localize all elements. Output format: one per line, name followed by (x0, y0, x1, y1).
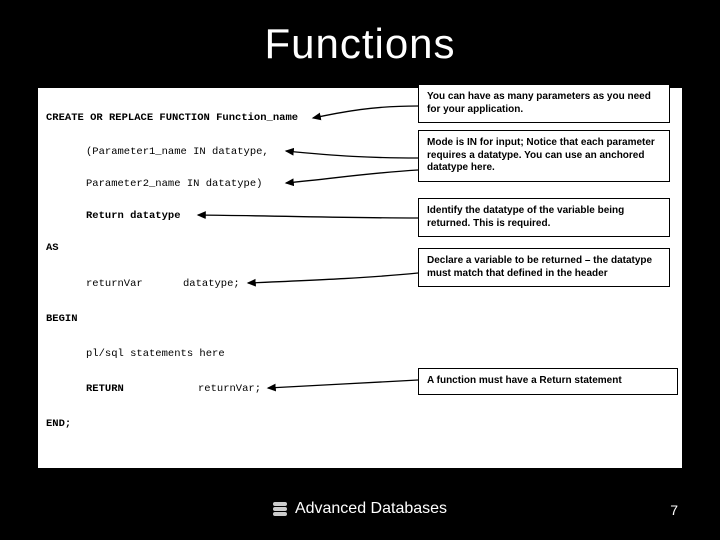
code-line-param2: Parameter2_name IN datatype) (86, 178, 262, 190)
callout-return-stmt: A function must have a Return statement (418, 368, 678, 395)
code-line-create: CREATE OR REPLACE FUNCTION Function_name (46, 112, 298, 124)
page-number: 7 (670, 502, 678, 518)
code-line-begin: BEGIN (46, 313, 78, 325)
code-line-return-type: Return datatype (86, 210, 181, 222)
code-line-as: AS (46, 242, 59, 254)
footer-text: Advanced Databases (295, 500, 447, 518)
code-line-return-var: returnVar; (198, 383, 261, 395)
callout-mode: Mode is IN for input; Notice that each p… (418, 130, 670, 182)
database-icon (273, 502, 287, 516)
code-line-param1: (Parameter1_name IN datatype, (86, 146, 269, 158)
content-panel: CREATE OR REPLACE FUNCTION Function_name… (38, 88, 682, 468)
slide: Functions CREATE OR REPLACE FUNCTION Fun… (0, 0, 720, 540)
slide-title: Functions (0, 20, 720, 68)
footer: Advanced Databases (0, 500, 720, 518)
code-line-returnvar-type: datatype; (183, 278, 240, 290)
callout-return-type: Identify the datatype of the variable be… (418, 198, 670, 237)
code-line-return: RETURN (86, 383, 124, 395)
code-line-statements: pl/sql statements here (86, 348, 225, 360)
callout-parameters: You can have as many parameters as you n… (418, 84, 670, 123)
callout-declare: Declare a variable to be returned – the … (418, 248, 670, 287)
code-line-returnvar: returnVar (86, 278, 143, 290)
code-line-end: END; (46, 418, 71, 430)
